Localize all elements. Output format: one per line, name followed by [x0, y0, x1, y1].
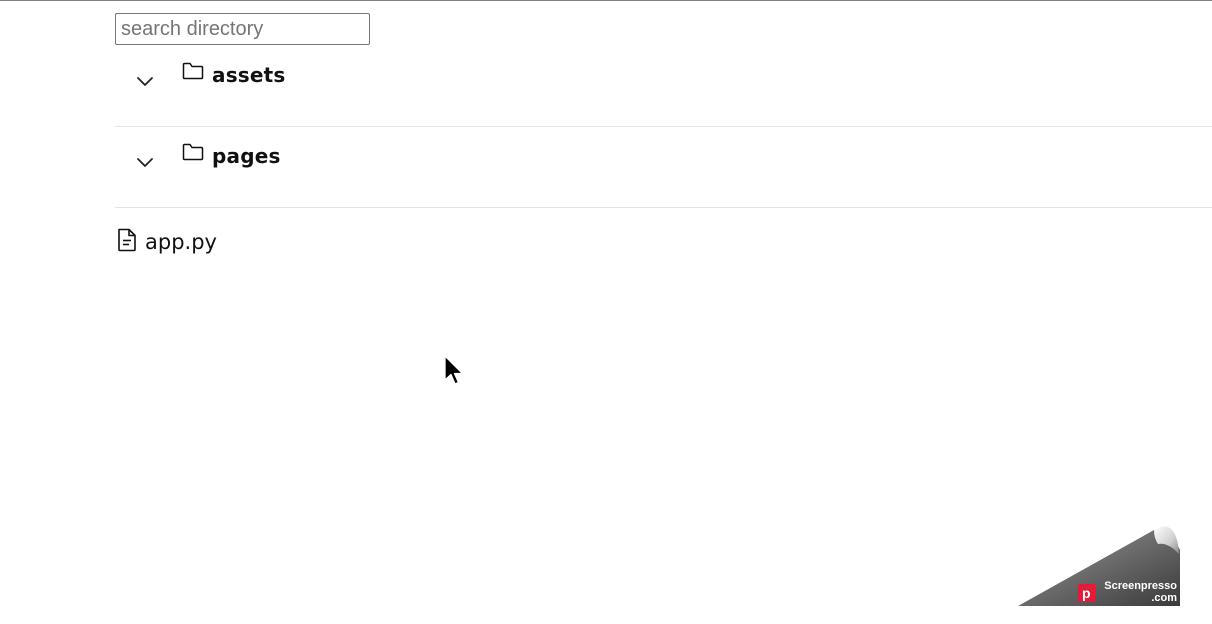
- file-text-icon: [118, 228, 136, 252]
- svg-text:p: p: [1082, 585, 1091, 601]
- file-item-app-py[interactable]: app.py: [115, 226, 415, 260]
- directory-item-assets[interactable]: assets: [115, 46, 1212, 127]
- folder-icon: [182, 143, 204, 161]
- directory-label[interactable]: pages: [212, 144, 281, 168]
- chevron-down-icon[interactable]: [135, 71, 155, 91]
- file-label[interactable]: app.py: [145, 230, 217, 254]
- search-input[interactable]: [115, 13, 370, 45]
- watermark-domain: .com: [1151, 592, 1177, 604]
- mouse-pointer-icon: [444, 355, 464, 385]
- directory-item-pages[interactable]: pages: [115, 127, 1212, 208]
- folder-icon: [182, 62, 204, 80]
- watermark-brand: Screenpresso: [1104, 580, 1177, 592]
- chevron-down-icon[interactable]: [135, 152, 155, 172]
- top-border: [0, 0, 1212, 1]
- directory-label[interactable]: assets: [212, 63, 286, 87]
- watermark-text: Screenpresso .com: [1103, 580, 1177, 604]
